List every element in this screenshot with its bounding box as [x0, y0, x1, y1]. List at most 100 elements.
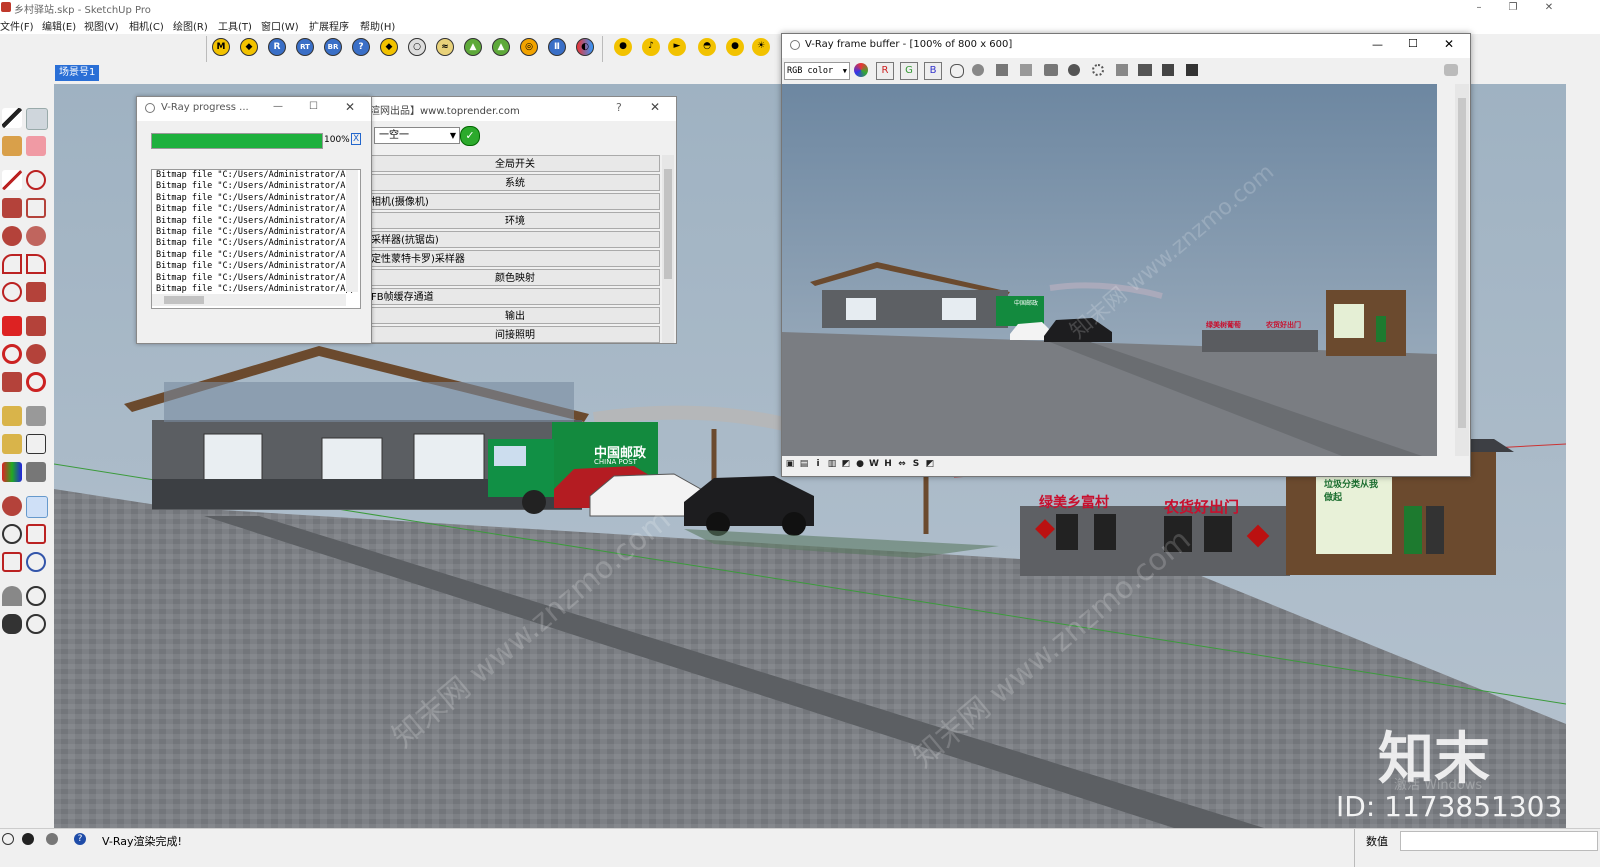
menu-file[interactable]: 文件(F) [0, 18, 34, 33]
region-render-icon[interactable] [1162, 64, 1174, 76]
vfb-bottom-tool-icon[interactable]: i [812, 458, 824, 470]
menu-edit[interactable]: 编辑(E) [42, 18, 76, 33]
menu-draw[interactable]: 绘图(R) [173, 18, 208, 33]
rotate-icon[interactable] [2, 344, 22, 364]
rollout-environment[interactable]: 环境 [370, 212, 660, 229]
menu-extensions[interactable]: 扩展程序 [309, 18, 349, 33]
minimize-button[interactable]: – [1462, 0, 1496, 16]
polygon-icon[interactable] [26, 226, 46, 246]
vray-proxy-export-icon[interactable]: ▲ [464, 38, 482, 56]
section-plane-icon[interactable] [26, 614, 46, 634]
protractor-icon[interactable] [2, 434, 22, 454]
vfb-bottom-tool-icon[interactable]: ▥ [826, 458, 838, 470]
vfb-bottom-tool-icon[interactable]: H [882, 458, 894, 470]
scale-icon[interactable] [2, 372, 22, 392]
save-all-icon[interactable] [1020, 64, 1032, 76]
vray-pause-icon[interactable]: Ⅱ [548, 38, 566, 56]
maximize-icon[interactable]: ☐ [1408, 37, 1418, 50]
rotated-rectangle-icon[interactable] [26, 198, 46, 218]
vray-options-icon[interactable]: ◆ [240, 38, 258, 56]
last-render-icon[interactable] [1186, 64, 1198, 76]
save-image-icon[interactable] [996, 64, 1008, 76]
previous-view-icon[interactable] [26, 552, 46, 572]
red-channel-toggle[interactable]: R [876, 62, 894, 80]
arc-icon[interactable] [2, 254, 22, 274]
vray-fur-icon[interactable]: ≈ [436, 38, 454, 56]
track-mouse-icon[interactable] [1092, 64, 1104, 76]
log-hscroll[interactable] [152, 294, 346, 306]
three-point-arc-icon[interactable] [2, 282, 22, 302]
vray-frame-buffer-icon[interactable]: ◆ [380, 38, 398, 56]
vscroll-thumb[interactable] [1458, 98, 1466, 428]
rendered-image[interactable]: 中国邮政 绿美树葡萄 农货好出门 知末网 www.znzmo.com [782, 84, 1437, 456]
rollout-global-switches[interactable]: 全局开关 [370, 155, 660, 172]
vray-render-icon[interactable]: R [268, 38, 286, 56]
rollout-image-sampler[interactable]: 采样器(抗锯齿) [370, 231, 660, 248]
rollout-dmc-sampler[interactable]: 定性蒙特卡罗)采样器 [370, 250, 660, 267]
rollout-color-mapping[interactable]: 颜色映射 [370, 269, 660, 286]
eraser-icon[interactable] [26, 136, 46, 156]
close-icon[interactable]: ✕ [650, 100, 660, 114]
vfb-bottom-tool-icon[interactable]: ● [854, 458, 866, 470]
menu-help[interactable]: 帮助(H) [360, 18, 395, 33]
3d-text-icon[interactable] [26, 462, 46, 482]
render-vscroll[interactable] [1455, 84, 1469, 456]
vfb-bottom-tool-icon[interactable]: W [868, 458, 880, 470]
vray-sphere-icon[interactable]: ○ [408, 38, 426, 56]
rollout-output[interactable]: 输出 [370, 307, 660, 324]
zoom-icon[interactable] [2, 524, 22, 544]
rollout-scrollbar[interactable] [662, 155, 674, 343]
rollout-system[interactable]: 系统 [370, 174, 660, 191]
menu-camera[interactable]: 相机(C) [129, 18, 164, 33]
move-icon[interactable] [2, 316, 22, 336]
pie-icon[interactable] [26, 282, 46, 302]
copy-to-host-icon[interactable] [1116, 64, 1128, 76]
vray-material-editor-icon[interactable]: M [212, 38, 230, 56]
vfb-bottom-tool-icon[interactable]: ◩ [840, 458, 852, 470]
hscroll-thumb[interactable] [164, 296, 204, 304]
zoom-extents-icon[interactable] [2, 552, 22, 572]
rollout-indirect-illumination[interactable]: 间接照明 [370, 326, 660, 343]
ies-light-icon[interactable]: ☀ [752, 38, 770, 56]
color-channels-icon[interactable] [854, 63, 868, 77]
alpha-channel-icon[interactable] [950, 64, 964, 78]
close-box-button[interactable]: X [351, 133, 362, 145]
menu-window[interactable]: 窗口(W) [261, 18, 299, 33]
vray-help-icon[interactable]: ? [352, 38, 370, 56]
geo-location-icon[interactable] [2, 833, 14, 845]
vfb-bottom-tool-icon[interactable]: ▣ [784, 458, 796, 470]
credits-icon[interactable] [22, 833, 34, 845]
orbit-icon[interactable] [2, 496, 22, 516]
minimize-icon[interactable]: — [1372, 38, 1383, 51]
apply-check-icon[interactable]: ✓ [460, 126, 480, 146]
menu-tools[interactable]: 工具(T) [218, 18, 252, 33]
vray-plane-icon[interactable]: ◎ [520, 38, 538, 56]
paint-bucket-icon[interactable] [2, 136, 22, 156]
follow-me-icon[interactable] [26, 344, 46, 364]
look-around-icon[interactable] [26, 586, 46, 606]
offset-icon[interactable] [26, 372, 46, 392]
vfb-settings-icon[interactable] [1444, 64, 1458, 76]
pan-icon[interactable] [26, 496, 48, 518]
vray-proxy-import-icon[interactable]: ▲ [492, 38, 510, 56]
help-icon[interactable]: ? [74, 833, 86, 845]
circle-icon[interactable] [2, 226, 22, 246]
close-icon[interactable]: ✕ [1444, 37, 1454, 51]
omni-light-icon[interactable]: ● [614, 38, 632, 56]
select-tool-icon[interactable] [2, 108, 22, 128]
link-to-region-icon[interactable] [1138, 64, 1152, 76]
vfb-bottom-tool-icon[interactable]: ▤ [798, 458, 810, 470]
component-tool-icon[interactable] [26, 108, 48, 130]
user-account-icon[interactable] [46, 833, 58, 845]
position-camera-icon[interactable] [2, 586, 22, 606]
sphere-light-icon[interactable]: ● [726, 38, 744, 56]
tape-measure-icon[interactable] [2, 406, 22, 426]
rollout-camera[interactable]: 相机(摄像机) [370, 193, 660, 210]
push-pull-icon[interactable] [26, 316, 46, 336]
load-image-icon[interactable] [1044, 64, 1058, 76]
zoom-window-icon[interactable] [26, 524, 46, 544]
line-tool-icon[interactable] [2, 170, 22, 190]
close-button[interactable]: ✕ [1532, 0, 1566, 16]
vfb-bottom-tool-icon[interactable]: S [910, 458, 922, 470]
vray-rt-render-icon[interactable]: RT [296, 38, 314, 56]
